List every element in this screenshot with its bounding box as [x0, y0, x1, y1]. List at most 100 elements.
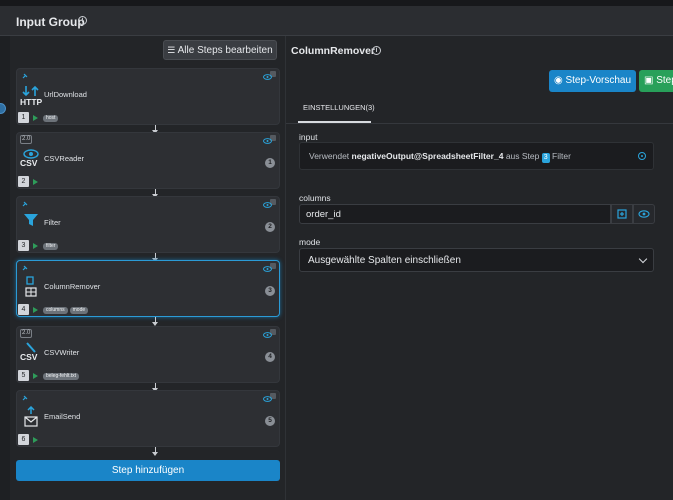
step-tag: filter	[43, 243, 59, 250]
step-tags: filter	[43, 243, 59, 250]
step-name: CSVWriter	[44, 348, 80, 357]
input-group-header: Input Group i	[0, 6, 673, 36]
step-save-button[interactable]: ▣ Step	[639, 70, 673, 92]
table-column-remove-icon	[22, 276, 40, 297]
step-number: 2	[18, 176, 29, 187]
add-step-button[interactable]: Step hinzufügen	[16, 460, 280, 481]
edit-all-steps-button[interactable]: ☰ Alle Steps bearbeiten	[163, 40, 277, 60]
step-connector-arrow	[152, 447, 158, 456]
input-label: input	[299, 132, 318, 142]
input-prefix: Verwendet	[309, 151, 350, 161]
step-icon-label: CSV	[20, 352, 38, 362]
play-icon[interactable]	[33, 115, 38, 121]
step-connector-arrow	[152, 253, 158, 262]
pin-icon[interactable]	[21, 200, 28, 207]
eye-icon	[638, 210, 650, 218]
step-number: 1	[18, 112, 29, 123]
step-number: 5	[18, 370, 29, 381]
app-root: Input Group i ☰ Alle Steps bearbeiten HT…	[0, 0, 673, 500]
step-name: ColumnRemover	[44, 282, 101, 291]
step-input-count: 3	[265, 286, 275, 296]
step-tag: mode	[69, 307, 89, 314]
input-middle: aus Step	[505, 151, 540, 161]
step-tag: beleg-fehlt.txt	[43, 373, 80, 380]
mode-select[interactable]: Ausgewählte Spalten einschließen	[299, 248, 654, 272]
mode-value: Ausgewählte Spalten einschließen	[308, 255, 461, 266]
step-detail-title-text: ColumnRemover	[291, 45, 376, 57]
step-number: 3	[18, 240, 29, 251]
pin-icon[interactable]	[21, 264, 28, 271]
step-connector-arrow	[152, 189, 158, 198]
eye-icon: ◉	[553, 75, 563, 86]
step-tag: host	[43, 115, 59, 122]
play-icon[interactable]	[33, 437, 38, 443]
step-card[interactable]: Filter 2 3 filter	[16, 196, 280, 253]
step-number: 6	[18, 434, 29, 445]
step-detail-title: ColumnRemover	[291, 45, 375, 57]
mode-label: mode	[299, 237, 321, 247]
columns-preview-button[interactable]	[633, 204, 655, 224]
filter-icon	[22, 212, 40, 228]
step-input-count: 4	[265, 352, 275, 362]
step-preview-label: Step-Vorschau	[565, 75, 632, 86]
info-icon[interactable]: i	[372, 46, 381, 55]
step-tags: host	[43, 115, 59, 122]
version-badge: 2.0	[20, 135, 33, 144]
input-reference-field[interactable]: Verwendet negativeOutput@SpreadsheetFilt…	[299, 142, 654, 170]
step-connector-arrow	[152, 383, 158, 392]
step-input-count: 1	[265, 158, 275, 168]
play-icon[interactable]	[33, 307, 38, 313]
eye-icon[interactable]	[263, 266, 272, 272]
chevron-down-icon	[638, 254, 648, 264]
columns-input[interactable]: order_id	[299, 204, 611, 224]
input-step-badge: 3	[541, 153, 550, 163]
play-icon[interactable]	[33, 243, 38, 249]
tab-divider	[286, 123, 673, 124]
eye-icon[interactable]	[263, 74, 272, 80]
pin-icon[interactable]	[21, 72, 28, 79]
eye-icon[interactable]	[263, 138, 272, 144]
pin-icon[interactable]	[21, 394, 28, 401]
step-preview-button[interactable]: ◉ Step-Vorschau	[549, 70, 636, 92]
eye-icon[interactable]	[263, 332, 272, 338]
step-icon-label: CSV	[20, 158, 38, 168]
step-input-count: 2	[265, 222, 275, 232]
step-tags: beleg-fehlt.txt	[43, 373, 80, 380]
step-tags: columns mode	[43, 307, 89, 314]
edit-all-steps-label: Alle Steps bearbeiten	[177, 45, 273, 56]
input-step-name: Filter	[552, 151, 571, 161]
version-badge: 2.0	[20, 329, 33, 338]
input-output-ref: negativeOutput@SpreadsheetFilter_4	[351, 151, 504, 161]
step-name: CSVReader	[44, 154, 85, 163]
input-group-title: Input Group	[16, 15, 85, 29]
columns-select-button[interactable]	[611, 204, 633, 224]
step-card[interactable]: 2.0 CSV CSVReader 1 2	[16, 132, 280, 189]
columns-label: columns	[299, 193, 331, 203]
connector-dot-icon[interactable]	[0, 103, 6, 114]
step-card[interactable]: ColumnRemover 3 4 columns mode	[16, 260, 280, 317]
info-icon[interactable]: i	[78, 16, 87, 25]
step-card[interactable]: EmailSend 5 6	[16, 390, 280, 447]
eye-icon[interactable]	[263, 202, 272, 208]
step-name: EmailSend	[44, 412, 81, 421]
step-tag: columns	[43, 307, 68, 314]
target-icon[interactable]	[638, 152, 646, 160]
step-icon-label: HTTP	[20, 97, 43, 107]
save-icon: ▣	[644, 75, 654, 86]
play-icon[interactable]	[33, 373, 38, 379]
step-save-label: Step	[656, 75, 673, 86]
envelope-icon	[22, 405, 40, 427]
list-icon: ☰	[167, 45, 176, 55]
step-card[interactable]: 2.0 CSV CSVWriter 4 5 beleg-fehlt.txt	[16, 326, 280, 383]
expand-icon	[617, 209, 627, 219]
step-name: Filter	[44, 218, 61, 227]
step-card[interactable]: HTTP UrlDownload 1 host	[16, 68, 280, 125]
step-number: 4	[18, 304, 29, 315]
play-icon[interactable]	[33, 179, 38, 185]
step-connector-arrow	[152, 125, 158, 134]
step-connector-arrow	[152, 317, 158, 326]
eye-icon[interactable]	[263, 396, 272, 402]
step-name: UrlDownload	[44, 90, 87, 99]
step-input-count: 5	[265, 416, 275, 426]
tab-settings[interactable]: EINSTELLUNGEN(3)	[303, 103, 375, 112]
